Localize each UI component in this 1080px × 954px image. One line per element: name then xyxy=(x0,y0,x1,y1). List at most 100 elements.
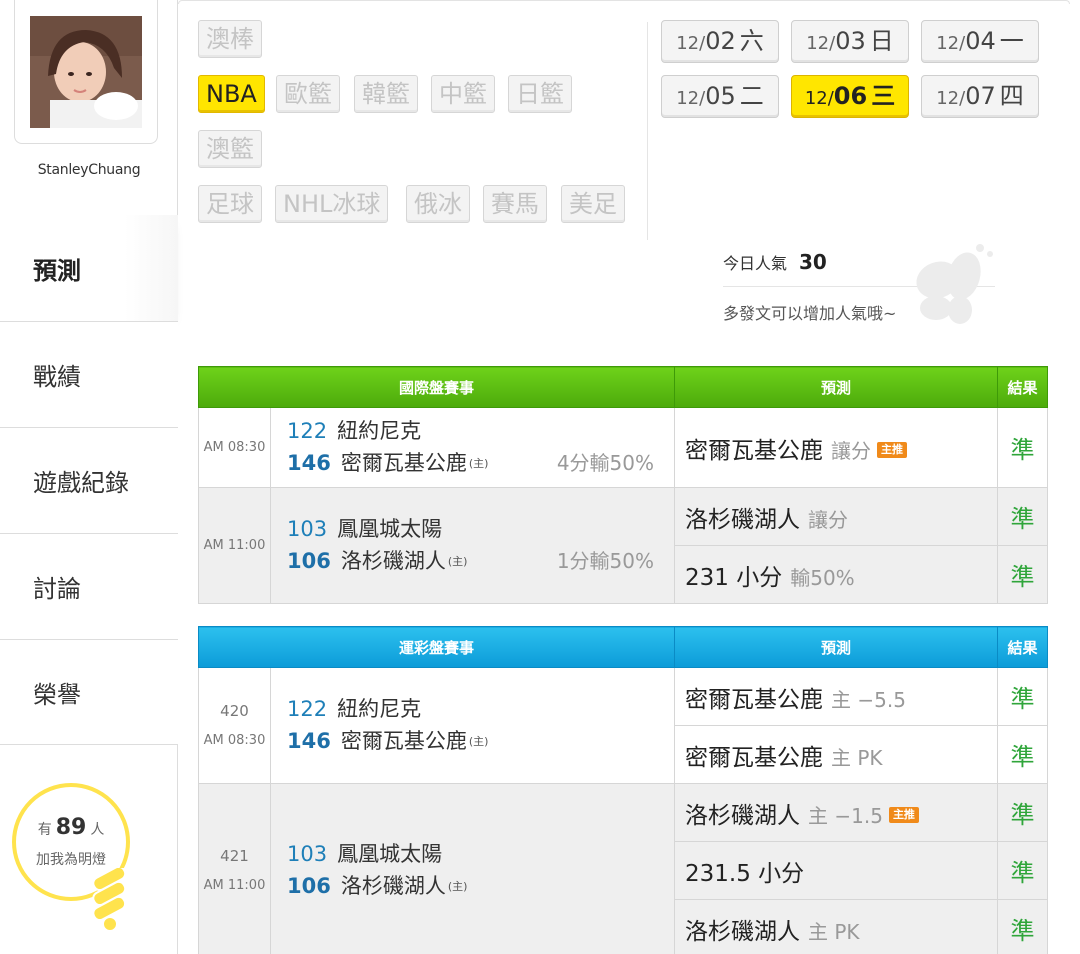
prediction: 231.5 小分 xyxy=(674,841,999,900)
username: StanleyChuang xyxy=(37,162,141,178)
sport-tag[interactable]: 澳籃 xyxy=(198,130,262,168)
spread: 4分輸50% xyxy=(556,451,655,475)
table-row[interactable]: 421 AM 11:00 103 鳳凰城太陽 106 洛杉磯湖人 (主) 洛杉磯湖人主 … xyxy=(198,783,1049,954)
team-name: 洛杉磯湖人 xyxy=(340,874,446,898)
game-time: AM 08:30 xyxy=(198,407,271,488)
prediction: 密爾瓦基公鹿主 −5.5 xyxy=(674,667,999,726)
date-day: 05 xyxy=(705,82,736,110)
table-row[interactable]: AM 08:30 122 紐約尼克 146 密爾瓦基公鹿 (主) 4分輸50% 密爾瓦基… xyxy=(198,407,1049,488)
sport-tag[interactable]: 美足 xyxy=(561,185,625,223)
content-frame xyxy=(178,0,1070,4)
prediction-sub: 主 PK xyxy=(808,919,860,944)
game-time-text: AM 08:30 xyxy=(203,732,266,748)
avatar[interactable] xyxy=(30,16,142,128)
prediction-main: 洛杉磯湖人 xyxy=(685,918,801,945)
prediction-sub: 主 PK xyxy=(831,745,883,770)
prediction-main: 密爾瓦基公鹿 xyxy=(685,686,824,713)
sport-tag[interactable]: 歐籃 xyxy=(276,75,340,113)
prediction-sub: 主 −1.5 xyxy=(808,803,883,828)
sport-tag[interactable]: 澳棒 xyxy=(198,20,262,58)
date-month: 12/ xyxy=(676,88,706,109)
header-prediction: 預測 xyxy=(674,626,999,668)
game-time-text: AM 08:30 xyxy=(203,439,266,455)
sport-tag[interactable]: 韓籃 xyxy=(354,75,418,113)
prediction: 洛杉磯湖人 讓分 xyxy=(674,487,999,546)
date-button[interactable]: 12/03 日 xyxy=(791,20,909,63)
game-time: AM 11:00 xyxy=(198,487,271,604)
team-number: 103 xyxy=(287,842,328,866)
date-button[interactable]: 12/04 一 xyxy=(921,20,1039,63)
intl-odds-table: 國際盤賽事 預測 結果 AM 08:30 122 紐約尼克 146 密爾瓦基公鹿 (主… xyxy=(197,366,1049,604)
popularity-value: 30 xyxy=(799,250,827,274)
sport-tag-active[interactable]: NBA xyxy=(198,75,265,113)
team-number: 122 xyxy=(287,697,328,721)
table-header: 國際盤賽事 預測 結果 xyxy=(197,366,1049,408)
sport-tag[interactable]: 俄冰 xyxy=(406,185,470,223)
date-day: 07 xyxy=(965,82,996,110)
result: 準 xyxy=(997,783,1049,842)
game-time: 420 AM 08:30 xyxy=(198,667,271,784)
date-month: 12/ xyxy=(676,33,706,54)
prediction-main: 231 小分 xyxy=(685,564,783,591)
featured-badge: 主推 xyxy=(877,441,908,458)
prediction-sub: 主 −5.5 xyxy=(831,687,906,712)
home-marker: (主) xyxy=(447,555,468,568)
team-name: 密爾瓦基公鹿 xyxy=(340,451,467,475)
team-number: 122 xyxy=(287,419,328,443)
team-name: 鳳凰城太陽 xyxy=(337,517,443,541)
date-month: 12/ xyxy=(806,33,836,54)
result: 準 xyxy=(997,841,1049,900)
featured-badge: 主推 xyxy=(888,806,919,823)
prediction-sub: 輸50% xyxy=(790,565,855,590)
popularity: 今日人氣 30 xyxy=(723,250,827,274)
date-button[interactable]: 12/07 四 xyxy=(921,75,1039,118)
date-weekday: 日 xyxy=(869,27,894,55)
team-number: 106 xyxy=(287,874,331,898)
header-match: 國際盤賽事 xyxy=(197,366,676,408)
game-time-text: AM 11:00 xyxy=(203,877,266,893)
nav-label: 榮譽 xyxy=(33,680,81,709)
nav-label: 戰績 xyxy=(33,363,81,391)
sport-tag[interactable]: 賽馬 xyxy=(483,185,547,223)
nav-label: 遊戲紀錄 xyxy=(33,469,129,497)
prediction-main: 洛杉磯湖人 xyxy=(685,802,801,829)
table-row[interactable]: 420 AM 08:30 122 紐約尼克 146 密爾瓦基公鹿 (主) 密爾瓦基公鹿主… xyxy=(198,667,1049,784)
sidebar: StanleyChuang 預測 戰績 遊戲紀錄 討論 榮譽 有 89 人 加我為明… xyxy=(0,0,178,954)
nav-item-game-history[interactable]: 遊戲紀錄 xyxy=(0,427,178,533)
team-name: 紐約尼克 xyxy=(337,697,422,721)
table-row[interactable]: AM 11:00 103 鳳凰城太陽 106 洛杉磯湖人 (主) 1分輸50% 洛杉磯湖… xyxy=(198,487,1049,604)
team-name: 密爾瓦基公鹿 xyxy=(340,729,467,753)
date-button[interactable]: 12/02 六 xyxy=(661,20,779,63)
prediction-sub: 讓分 xyxy=(831,438,872,463)
game-number: 420 xyxy=(220,701,249,720)
prediction-main: 231.5 小分 xyxy=(685,860,805,887)
date-day: 02 xyxy=(705,27,736,55)
nav-item-record[interactable]: 戰績 xyxy=(0,321,178,427)
result: 準 xyxy=(997,407,1049,488)
header-match: 運彩盤賽事 xyxy=(197,626,676,668)
main-content: 澳棒 NBA 歐籃 韓籃 中籃 日籃 澳籃 足球 NHL冰球 俄冰 賽馬 美足 … xyxy=(178,0,1080,954)
sport-tag[interactable]: 日籃 xyxy=(508,75,572,113)
date-weekday: 二 xyxy=(739,82,764,110)
header-result: 結果 xyxy=(997,626,1049,668)
sport-tag[interactable]: 足球 xyxy=(198,185,262,223)
result: 準 xyxy=(997,487,1049,546)
home-marker: (主) xyxy=(447,880,468,893)
home-marker: (主) xyxy=(468,457,489,470)
game-matchup: 122 紐約尼克 146 密爾瓦基公鹿 (主) xyxy=(269,667,676,784)
date-button-active[interactable]: 12/06 三 xyxy=(791,75,909,118)
date-weekday: 六 xyxy=(739,27,764,55)
nav-item-honor[interactable]: 榮譽 xyxy=(0,639,178,745)
nav-item-discussion[interactable]: 討論 xyxy=(0,533,178,639)
header-prediction: 預測 xyxy=(674,366,999,408)
sport-tag[interactable]: NHL冰球 xyxy=(275,185,389,223)
date-button[interactable]: 12/05 二 xyxy=(661,75,779,118)
date-day: 04 xyxy=(965,27,996,55)
avatar-frame[interactable] xyxy=(14,0,158,144)
game-matchup: 122 紐約尼克 146 密爾瓦基公鹿 (主) 4分輸50% xyxy=(269,407,676,488)
date-weekday: 四 xyxy=(999,82,1024,110)
date-month: 12/ xyxy=(936,33,966,54)
prediction-sub: 讓分 xyxy=(808,507,849,532)
nav-item-prediction[interactable]: 預測 xyxy=(0,215,178,321)
sport-tag[interactable]: 中籃 xyxy=(431,75,495,113)
